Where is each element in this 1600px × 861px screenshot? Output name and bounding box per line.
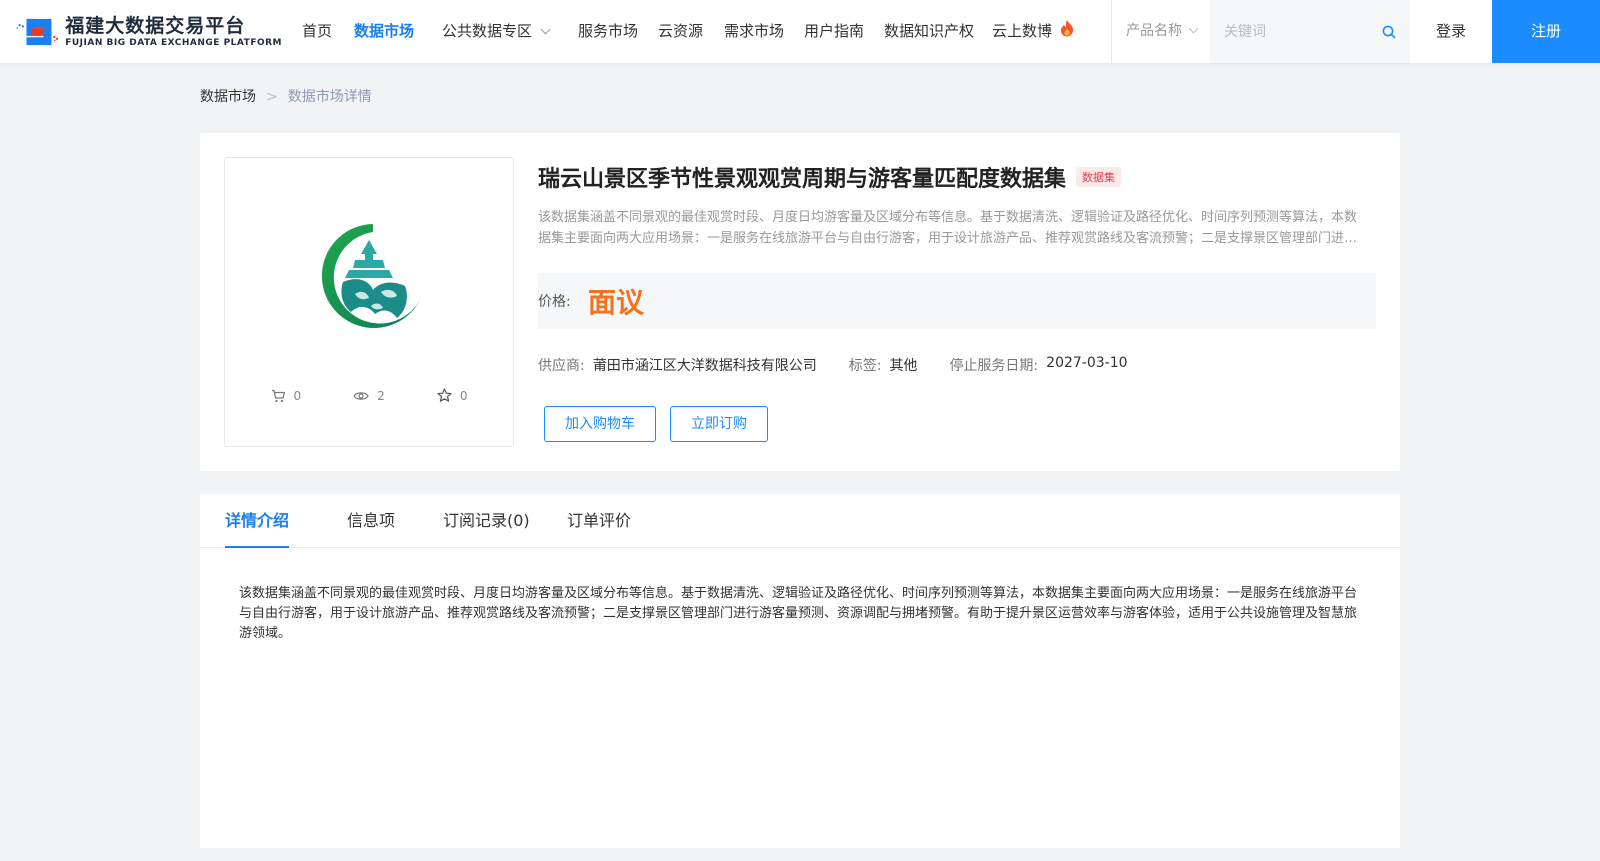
product-meta: 供应商: 莆田市涵江区大洋数据科技有限公司 标签: 其他 停止服务日期: 202… [538, 355, 1160, 375]
breadcrumb-separator: > [266, 89, 278, 105]
search-category-label: 产品名称 [1126, 23, 1182, 39]
detail-card: 详情介绍 信息项 订阅记录(0) 订单评价 该数据集涵盖不同景观的最佳观赏时段、… [200, 494, 1400, 848]
eye-icon [353, 391, 369, 400]
supplier-value: 莆田市涵江区大洋数据科技有限公司 [592, 358, 817, 374]
search-input[interactable] [1224, 21, 1374, 43]
search-box [1210, 0, 1410, 63]
tab-info-items[interactable]: 信息项 [347, 494, 395, 548]
product-card: 0 2 0 瑞云山景区季节性景观观赏周期与游客量匹配度数据集 数据集 该数据集涵… [200, 133, 1400, 471]
cart-stat: 0 [271, 388, 302, 403]
breadcrumb-current: 数据市场详情 [287, 89, 372, 105]
login-button[interactable]: 登录 [1410, 0, 1492, 63]
tab-subscription-records[interactable]: 订阅记录(0) [443, 494, 530, 548]
cart-count: 0 [293, 388, 302, 403]
view-count: 2 [377, 388, 385, 403]
nav-service-market[interactable]: 服务市场 [578, 0, 638, 63]
product-description: 该数据集涵盖不同景观的最佳观赏时段、月度日均游客量及区域分布等信息。基于数据清洗… [538, 210, 1358, 246]
nav-cloud-expo[interactable]: 云上数博 [992, 0, 1075, 63]
end-date-label: 停止服务日期: [949, 358, 1039, 374]
nav-public-data[interactable]: 公共数据专区 [442, 0, 551, 63]
register-button[interactable]: 注册 [1492, 0, 1600, 63]
product-image-box: 0 2 0 [224, 157, 514, 447]
cart-icon [271, 389, 285, 402]
tab-detail-intro[interactable]: 详情介绍 [225, 494, 290, 548]
nav-user-guide[interactable]: 用户指南 [804, 0, 864, 63]
view-stat: 2 [353, 388, 385, 403]
buy-now-button[interactable]: 立即订购 [670, 406, 768, 442]
logo-mark-icon [16, 18, 58, 46]
add-to-cart-button[interactable]: 加入购物车 [544, 406, 656, 442]
chevron-down-icon [1188, 23, 1199, 34]
product-title-row: 瑞云山景区季节性景观观赏周期与游客量匹配度数据集 数据集 [538, 161, 1122, 193]
product-logo [321, 224, 421, 328]
favorite-count: 0 [459, 388, 468, 403]
price-label: 价格: [538, 294, 571, 310]
price-value: 面议 [588, 286, 645, 319]
breadcrumb-root[interactable]: 数据市场 [200, 89, 256, 105]
nav-cloud-expo-label: 云上数博 [992, 22, 1053, 40]
nav-cloud-resources[interactable]: 云资源 [658, 0, 703, 63]
detail-text: 该数据集涵盖不同景观的最佳观赏时段、月度日均游客量及区域分布等信息。基于数据清洗… [239, 586, 1358, 641]
search-category-select[interactable]: 产品名称 [1112, 0, 1210, 63]
logo-subtitle: FUJIAN BIG DATA EXCHANGE PLATFORM [65, 38, 282, 48]
favorite-stat[interactable]: 0 [437, 388, 468, 403]
fire-icon [1060, 20, 1073, 37]
tag-label: 标签: [848, 358, 882, 374]
end-date-value: 2027-03-10 [1046, 355, 1128, 371]
search-icon[interactable] [1382, 25, 1396, 39]
price-box: 价格: 面议 [538, 273, 1376, 329]
tab-order-reviews[interactable]: 订单评价 [567, 494, 631, 548]
nav-public-data-label: 公共数据专区 [442, 22, 533, 40]
product-stats: 0 2 0 [225, 388, 513, 403]
nav-home[interactable]: 首页 [302, 0, 332, 63]
tag-value: 其他 [889, 358, 918, 374]
star-icon[interactable] [437, 388, 452, 403]
product-type-badge: 数据集 [1076, 167, 1122, 187]
nav-data-ip[interactable]: 数据知识产权 [884, 0, 974, 63]
logo-title: 福建大数据交易平台 [65, 15, 246, 37]
top-header: 福建大数据交易平台 FUJIAN BIG DATA EXCHANGE PLATF… [0, 0, 1600, 63]
site-logo[interactable]: 福建大数据交易平台 FUJIAN BIG DATA EXCHANGE PLATF… [16, 10, 282, 54]
supplier-label: 供应商: [538, 358, 585, 374]
nav-demand-market[interactable]: 需求市场 [724, 0, 784, 63]
chevron-down-icon [540, 24, 551, 35]
breadcrumb: 数据市场 > 数据市场详情 [200, 86, 372, 106]
detail-tabs: 详情介绍 信息项 订阅记录(0) 订单评价 [200, 494, 1400, 548]
nav-data-market[interactable]: 数据市场 [354, 0, 414, 63]
product-title: 瑞云山景区季节性景观观赏周期与游客量匹配度数据集 [538, 167, 1067, 192]
